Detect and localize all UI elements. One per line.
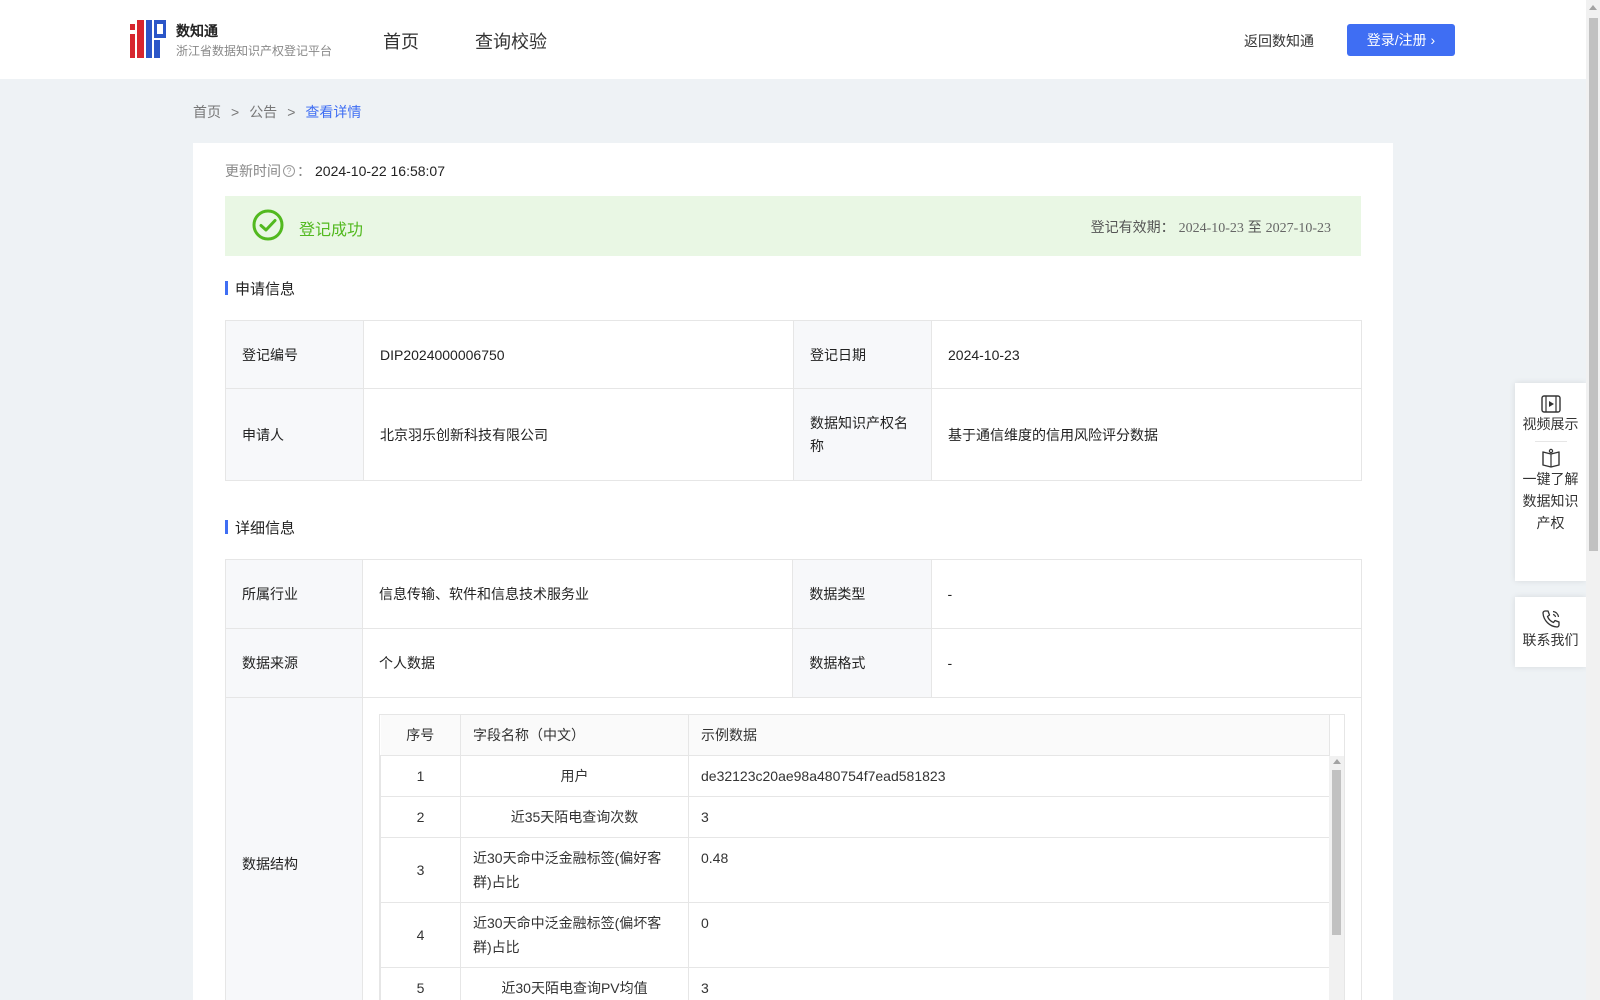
video-icon [1540,395,1561,413]
back-to-shuzhitong-link[interactable]: 返回数知通 [1244,31,1314,51]
source-value: 个人数据 [361,628,794,698]
detail-card: 更新时间 ? ： 2024-10-22 16:58:07 登记成功 登记有效期：… [193,143,1393,1000]
breadcrumb: 首页 > 公告 > 查看详情 [193,102,361,122]
row-field: 近30天命中泛金融标签(偏好客群)占比 [460,836,689,903]
data-type-label: 数据类型 [792,559,932,629]
reg-no-label: 登记编号 [225,320,364,389]
table-row: 1 用户 de32123c20ae98a480754f7ead581823 [380,754,1330,797]
side-panel-top: 视频展示 一键了解数据知识产权 [1515,383,1586,581]
validity-period: 登记有效期： 2024-10-23 至 2027-10-23 [1091,217,1331,237]
format-value: - [930,628,1363,698]
page-scrollbar-thumb[interactable] [1589,18,1598,551]
row-no: 5 [380,966,461,1000]
check-circle-icon [252,209,284,241]
industry-label: 所属行业 [225,559,363,629]
breadcrumb-separator: > [287,104,296,120]
row-field: 近30天陌电查询PV均值 [460,966,689,1000]
applicant-value: 北京羽乐创新科技有限公司 [363,388,794,481]
structure-table: 序号 字段名称（中文） 示例数据 1 用户 de32123c20ae98a480… [380,715,1330,1000]
row-sample: 0 [688,901,1330,968]
status-text: 登记成功 [299,222,364,239]
learn-ip-button[interactable]: 一键了解数据知识产权 [1515,448,1586,534]
contact-us-button[interactable]: 联系我们 [1515,609,1586,651]
video-display-button[interactable]: 视频展示 [1515,395,1586,435]
structure-label: 数据结构 [225,697,363,1000]
update-time-label: 更新时间 [225,163,281,179]
row-no: 2 [380,795,461,838]
nav-query-verify[interactable]: 查询校验 [475,28,547,54]
reg-date-value: 2024-10-23 [931,320,1362,389]
data-type-value: - [930,559,1363,629]
structure-table-wrapper: 序号 字段名称（中文） 示例数据 1 用户 de32123c20ae98a480… [379,714,1345,1000]
nav-home[interactable]: 首页 [383,28,419,54]
book-icon [1541,448,1560,468]
row-field: 用户 [460,754,689,797]
row-sample: 3 [688,966,1330,1000]
page-scroll-up-icon[interactable] [1589,5,1597,10]
table-row: 3 近30天命中泛金融标签(偏好客群)占比 0.48 [380,836,1330,903]
row-no: 1 [380,754,461,797]
industry-value: 信息传输、软件和信息技术服务业 [361,559,794,629]
section-title-detail: 详细信息 [225,517,295,538]
ip-name-label: 数据知识产权名称 [793,388,932,481]
breadcrumb-separator: > [231,104,240,120]
row-field: 近35天陌电查询次数 [460,795,689,838]
login-register-button[interactable]: 登录/注册 › [1347,24,1455,56]
update-time-row: 更新时间 ? ： 2024-10-22 16:58:07 [225,161,445,181]
format-label: 数据格式 [792,628,932,698]
scrollbar-thumb[interactable] [1332,770,1341,935]
side-panel-bottom: 联系我们 [1515,597,1586,667]
table-row: 登记编号 DIP2024000006750 登记日期 2024-10-23 [225,320,1362,389]
update-time-value: 2024-10-22 16:58:07 [315,163,445,179]
application-table: 登记编号 DIP2024000006750 登记日期 2024-10-23 申请… [225,320,1362,481]
top-header: 数知通 浙江省数据知识产权登记平台 首页 查询校验 返回数知通 登录/注册 › [0,0,1586,79]
table-row: 所属行业 信息传输、软件和信息技术服务业 数据类型 - [225,559,1363,629]
applicant-label: 申请人 [225,388,364,481]
row-no: 3 [380,836,461,903]
structure-cell: 序号 字段名称（中文） 示例数据 1 用户 de32123c20ae98a480… [362,697,1362,1000]
table-row: 5 近30天陌电查询PV均值 3 [380,966,1330,1000]
reg-no-value: DIP2024000006750 [363,320,794,389]
section-title-application: 申请信息 [225,278,295,299]
status-banner: 登记成功 登记有效期： 2024-10-23 至 2027-10-23 [225,196,1361,256]
ip-name-value: 基于通信维度的信用风险评分数据 [931,388,1362,481]
validity-end: 2027-10-23 [1265,221,1331,236]
structure-scrollbar[interactable] [1329,756,1344,1000]
source-label: 数据来源 [225,628,363,698]
phone-icon [1541,610,1560,628]
learn-ip-label: 一键了解数据知识产权 [1522,471,1579,531]
row-sample: 0.48 [688,836,1330,903]
breadcrumb-current: 查看详情 [305,104,362,120]
brand-subtitle: 浙江省数据知识产权登记平台 [176,44,333,58]
divider [1534,441,1567,442]
update-time-colon: ： [297,163,311,179]
validity-to: 至 [1247,219,1262,235]
validity-start: 2024-10-23 [1178,221,1244,236]
reg-date-label: 登记日期 [793,320,932,389]
table-row: 数据结构 序号 字段名称（中文） 示例数据 1 用户 de32123c20ae9… [225,697,1362,1000]
table-row: 4 近30天命中泛金融标签(偏坏客群)占比 0 [380,901,1330,968]
scroll-up-arrow-icon[interactable] [1333,759,1341,764]
row-field: 近30天命中泛金融标签(偏坏客群)占比 [460,901,689,968]
row-no: 4 [380,901,461,968]
col-header-sample: 示例数据 [688,715,1330,756]
breadcrumb-notice[interactable]: 公告 [249,102,277,122]
detail-table: 所属行业 信息传输、软件和信息技术服务业 数据类型 - 数据来源 个人数据 数据… [225,559,1363,1000]
page-scrollbar[interactable] [1586,0,1600,1000]
logo-icon[interactable] [130,20,166,58]
video-display-label: 视频展示 [1522,416,1579,432]
col-header-no: 序号 [380,715,461,756]
validity-label: 登记有效期： [1090,219,1175,235]
structure-header-row: 序号 字段名称（中文） 示例数据 [380,715,1330,756]
breadcrumb-home[interactable]: 首页 [193,102,221,122]
table-row: 数据来源 个人数据 数据格式 - [225,628,1363,698]
question-icon[interactable]: ? [283,165,295,177]
row-sample: 3 [688,795,1330,838]
row-sample: de32123c20ae98a480754f7ead581823 [688,754,1330,797]
table-row: 申请人 北京羽乐创新科技有限公司 数据知识产权名称 基于通信维度的信用风险评分数… [225,388,1362,481]
contact-us-label: 联系我们 [1522,632,1579,648]
table-row: 2 近35天陌电查询次数 3 [380,795,1330,838]
col-header-field: 字段名称（中文） [460,715,689,756]
brand-name: 数知通 [176,23,218,39]
